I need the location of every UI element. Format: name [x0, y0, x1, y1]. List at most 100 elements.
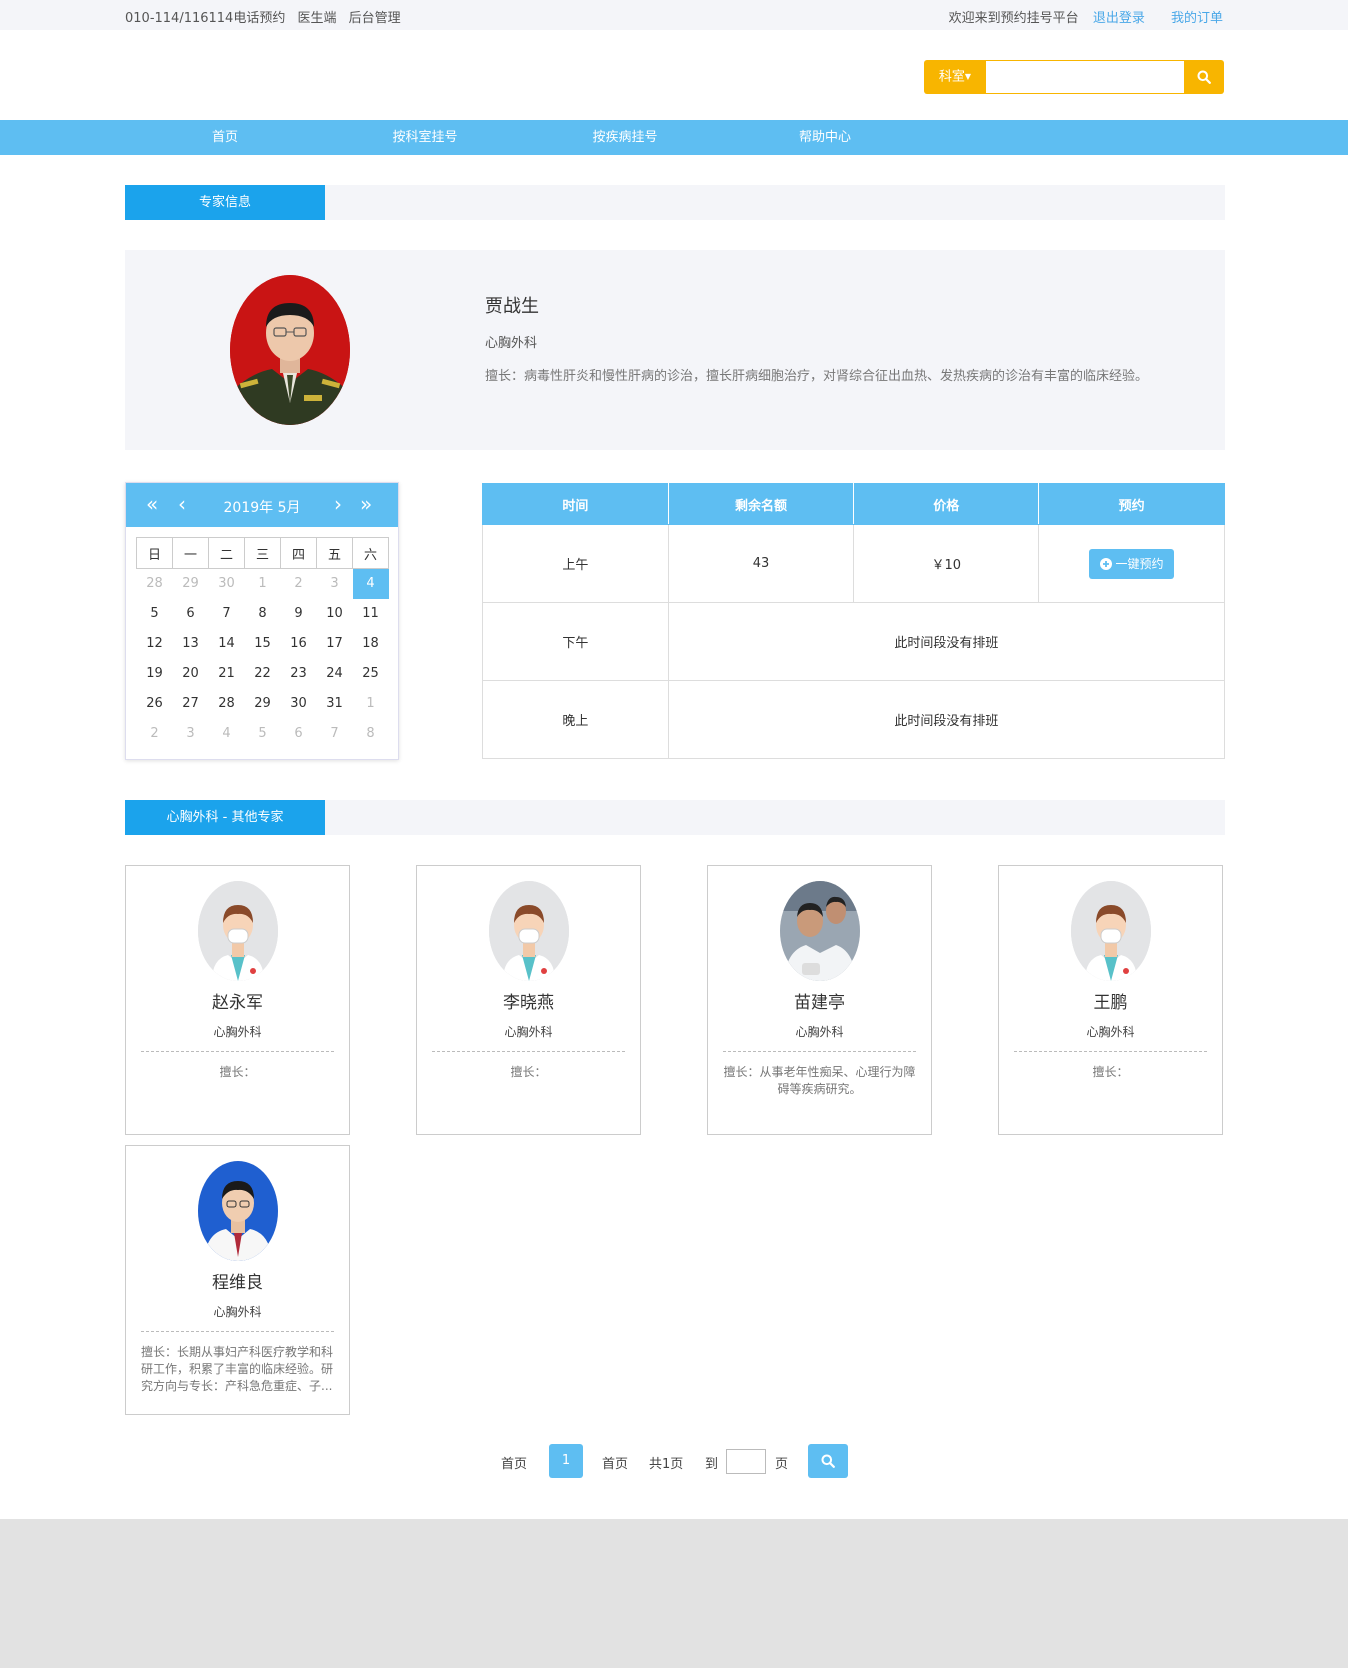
calendar-day[interactable]: 28 [209, 689, 245, 719]
calendar-week: 19 20 21 22 23 24 25 [137, 659, 389, 689]
calendar-day[interactable]: 24 [317, 659, 353, 689]
calendar-day[interactable]: 23 [281, 659, 317, 689]
nav-help[interactable]: 帮助中心 [750, 120, 900, 155]
book-button-label: 一键预约 [1115, 557, 1164, 571]
calendar-week: 5 6 7 8 9 10 11 [137, 599, 389, 629]
search-icon [821, 1454, 835, 1468]
last-page-link[interactable]: 首页 [602, 1453, 628, 1472]
calendar-day[interactable]: 13 [173, 629, 209, 659]
weekday-header: 六 [352, 537, 389, 569]
expert-name: 王鹏 [1093, 993, 1128, 1013]
schedule-table: 时间 剩余名额 价格 预约 上午 43 ￥10 一键预约 下午 此时间段没有排班… [482, 483, 1226, 759]
calendar-day[interactable]: 5 [137, 599, 173, 629]
calendar-day[interactable]: 14 [209, 629, 245, 659]
expert-specialty: 擅长： [219, 1065, 256, 1079]
calendar-day[interactable]: 27 [173, 689, 209, 719]
calendar-day[interactable]: 25 [353, 659, 389, 689]
top-bar: 010-114/116114电话预约 医生端 后台管理 欢迎来到预约挂号平台 退… [0, 0, 1348, 30]
table-row: 上午 43 ￥10 一键预约 [482, 524, 1225, 603]
expert-card[interactable]: 王鹏 心胸外科 擅长： [998, 865, 1223, 1135]
expert-specialty: 擅长：长期从事妇产科医疗教学和科研工作，积累了丰富的临床经验。研究方向与专长：产… [141, 1345, 334, 1393]
calendar-day[interactable]: 1 [245, 569, 281, 599]
calendar-day[interactable]: 10 [317, 599, 353, 629]
search-icon [1197, 70, 1211, 84]
calendar-day[interactable]: 5 [245, 719, 281, 749]
calendar-day[interactable]: 19 [137, 659, 173, 689]
calendar-day[interactable]: 1 [353, 689, 389, 719]
expert-card[interactable]: 李晓燕 心胸外科 擅长： [416, 865, 641, 1135]
calendar-header: « ‹ 2019年 5月 › » [126, 483, 398, 527]
doctor-portal-link[interactable]: 医生端 [297, 11, 336, 26]
calendar-day[interactable]: 3 [173, 719, 209, 749]
calendar-day[interactable]: 30 [209, 569, 245, 599]
doctor-dept: 心胸外科 [485, 336, 538, 351]
next-month-icon[interactable]: › [334, 492, 342, 516]
weekday-header: 三 [244, 537, 281, 569]
calendar-day[interactable]: 8 [245, 599, 281, 629]
nav-by-dept[interactable]: 按科室挂号 [350, 120, 500, 155]
book-button[interactable]: 一键预约 [1089, 548, 1175, 579]
calendar-day[interactable]: 29 [173, 569, 209, 599]
current-page[interactable]: 1 [549, 1444, 583, 1478]
calendar-grid: 日一二三四五六 28 29 30 1 2 3 4 5 6 7 8 9 10 11 12 13 14 15 16 17 1… [136, 537, 389, 749]
calendar-day[interactable]: 8 [353, 719, 389, 749]
calendar-day[interactable]: 29 [245, 689, 281, 719]
go-page-button[interactable] [808, 1444, 848, 1478]
calendar-day[interactable]: 2 [137, 719, 173, 749]
nav-by-disease[interactable]: 按疾病挂号 [550, 120, 700, 155]
avatar [489, 881, 569, 981]
weekday-header: 一 [172, 537, 209, 569]
calendar-day[interactable]: 15 [245, 629, 281, 659]
nav-home[interactable]: 首页 [150, 120, 300, 155]
admin-link[interactable]: 后台管理 [349, 11, 401, 26]
dept-dropdown[interactable]: 科室▼ [924, 60, 986, 94]
page-unit-label: 页 [775, 1457, 789, 1472]
calendar-day[interactable]: 17 [317, 629, 353, 659]
expert-card[interactable]: 赵永军 心胸外科 擅长： [125, 865, 350, 1135]
logout-link[interactable]: 退出登录 [1093, 11, 1145, 26]
expert-card[interactable]: 程维良 心胸外科 擅长：长期从事妇产科医疗教学和科研工作，积累了丰富的临床经验。… [125, 1145, 350, 1415]
welcome-text: 欢迎来到预约挂号平台 [948, 11, 1079, 26]
doctor-photo [230, 275, 350, 425]
calendar-day[interactable]: 2 [281, 569, 317, 599]
calendar-day[interactable]: 20 [173, 659, 209, 689]
calendar-day[interactable]: 6 [173, 599, 209, 629]
calendar-day[interactable]: 12 [137, 629, 173, 659]
page-input[interactable] [726, 1449, 766, 1474]
calendar-day[interactable]: 4 [352, 568, 389, 599]
caret-down-icon: ▼ [964, 72, 972, 81]
calendar-day[interactable]: 18 [353, 629, 389, 659]
calendar-day[interactable]: 11 [353, 599, 389, 629]
calendar-day[interactable]: 3 [317, 569, 353, 599]
divider [723, 1051, 916, 1052]
plus-circle-icon [1099, 557, 1112, 570]
next-year-icon[interactable]: » [360, 492, 372, 516]
calendar-day[interactable]: 30 [281, 689, 317, 719]
calendar-day[interactable]: 26 [137, 689, 173, 719]
calendar-day[interactable]: 4 [209, 719, 245, 749]
avatar [198, 1161, 278, 1261]
user-links: 欢迎来到预约挂号平台 退出登录 我的订单 [949, 7, 1223, 26]
expert-card[interactable]: 苗建亭 心胸外科 擅长：从事老年性痴呆、心理行为障碍等疾病研究。 [707, 865, 932, 1135]
goto-label: 到 [705, 1457, 719, 1472]
expert-dept: 心胸外科 [213, 1305, 262, 1319]
morning-remaining: 43 [667, 524, 855, 603]
calendar-day[interactable]: 16 [281, 629, 317, 659]
calendar-day[interactable]: 31 [317, 689, 353, 719]
first-page-link[interactable]: 首页 [501, 1453, 527, 1472]
calendar-day[interactable]: 7 [317, 719, 353, 749]
search-input[interactable] [986, 60, 1184, 94]
calendar-day[interactable]: 9 [281, 599, 317, 629]
footer [0, 1519, 1348, 1668]
my-orders-link[interactable]: 我的订单 [1171, 11, 1223, 26]
calendar-day[interactable]: 28 [137, 569, 173, 599]
dept-dropdown-label: 科室 [938, 69, 965, 85]
doctor-name: 贾战生 [485, 296, 539, 317]
calendar-day[interactable]: 6 [281, 719, 317, 749]
calendar-day[interactable]: 22 [245, 659, 281, 689]
divider [1014, 1051, 1207, 1052]
search-button[interactable] [1184, 60, 1224, 94]
calendar-day[interactable]: 21 [209, 659, 245, 689]
weekday-header: 二 [208, 537, 245, 569]
calendar-day[interactable]: 7 [209, 599, 245, 629]
